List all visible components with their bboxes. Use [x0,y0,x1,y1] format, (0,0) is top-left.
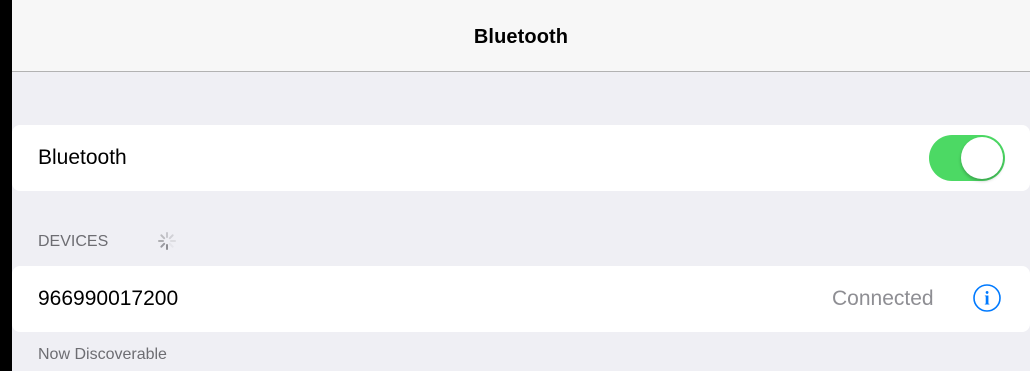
toggle-knob [961,137,1003,179]
info-icon[interactable]: i [972,283,1002,313]
device-row[interactable]: 966990017200 Connected i [12,266,1030,332]
bluetooth-toggle-label: Bluetooth [38,146,127,169]
bluetooth-toggle-switch[interactable] [929,135,1005,181]
bluetooth-settings-screen: Bluetooth Bluetooth DEVICES 966990017200… [12,0,1030,371]
navigation-bar: Bluetooth [12,0,1030,72]
svg-text:i: i [984,289,989,310]
device-status: Connected [832,287,934,310]
device-name: 966990017200 [38,287,179,310]
page-title: Bluetooth [473,26,569,48]
discoverable-footer: Now Discoverable [38,346,167,363]
devices-section-header: DEVICES [38,233,109,250]
bluetooth-toggle-row: Bluetooth [12,125,1030,191]
activity-spinner-icon [158,232,176,250]
